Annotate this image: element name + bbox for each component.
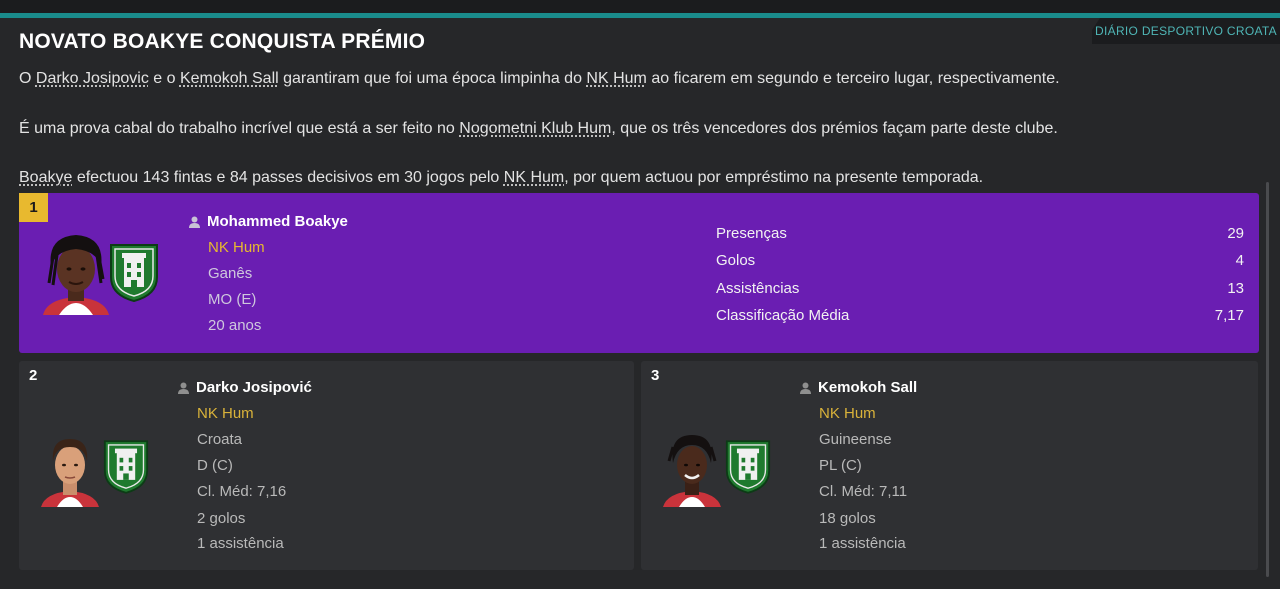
text: garantiram que foi uma época limpinha do xyxy=(278,70,587,87)
player-name-label: Kemokoh Sall xyxy=(818,379,918,396)
club-crest-icon xyxy=(103,440,149,494)
player-nationality: Croata xyxy=(197,431,243,448)
player-goals: 2 golos xyxy=(197,510,246,527)
stat-label: Golos xyxy=(716,252,756,269)
player-age: 20 anos xyxy=(208,317,262,334)
club-link[interactable]: NK Hum xyxy=(586,70,646,87)
stat-label: Presenças xyxy=(716,225,787,242)
top-strip xyxy=(0,0,1280,13)
player-nationality: Guineense xyxy=(819,431,892,448)
text: , por quem actuou por empréstimo na pres… xyxy=(564,169,984,186)
person-icon xyxy=(800,382,811,394)
player-face xyxy=(663,435,721,507)
player-club[interactable]: NK Hum xyxy=(208,239,265,256)
player-name[interactable]: Kemokoh Sall xyxy=(800,379,917,396)
person-icon xyxy=(189,216,200,228)
paragraph-2: É uma prova cabal do trabalho incrível q… xyxy=(19,120,1058,138)
text: e o xyxy=(148,70,180,87)
stat-value: 13 xyxy=(1227,280,1244,297)
source-tag: DIÁRIO DESPORTIVO CROATA xyxy=(1092,18,1280,44)
club-link[interactable]: Nogometni Klub Hum xyxy=(459,120,611,137)
scrollbar[interactable] xyxy=(1266,182,1269,577)
player-assists: 1 assistência xyxy=(197,535,284,552)
text: O xyxy=(19,70,36,87)
text: , que os três vencedores dos prémios faç… xyxy=(611,120,1058,137)
stat-value: 4 xyxy=(1235,252,1244,269)
text: ao ficarem em segundo e terceiro lugar, … xyxy=(646,70,1060,87)
rank-badge: 1 xyxy=(19,193,48,222)
player-rating: Cl. Méd: 7,16 xyxy=(197,483,287,500)
paragraph-3: Boakye efectuou 143 fintas e 84 passes d… xyxy=(19,169,983,187)
player-club[interactable]: NK Hum xyxy=(819,405,876,422)
stat-value: 7,17 xyxy=(1214,307,1244,324)
player-name-label: Mohammed Boakye xyxy=(207,213,348,230)
text: efectuou 143 fintas e 84 passes decisivo… xyxy=(72,169,504,186)
rank-number: 3 xyxy=(651,367,660,384)
player-name[interactable]: Mohammed Boakye xyxy=(189,213,348,230)
player-link[interactable]: Darko Josipovic xyxy=(36,70,149,87)
stat-label: Classificação Média xyxy=(716,307,850,324)
player-position: MO (E) xyxy=(208,291,257,308)
article-title: NOVATO BOAKYE CONQUISTA PRÉMIO xyxy=(19,30,426,53)
paragraph-1: O Darko Josipovic e o Kemokoh Sall garan… xyxy=(19,70,1060,88)
rank-number: 2 xyxy=(29,367,38,384)
club-crest-icon xyxy=(110,244,158,303)
text: É uma prova cabal do trabalho incrível q… xyxy=(19,120,460,137)
winner-card[interactable]: 1 Mohammed Boakye NK Hum Ganês MO (E) 20… xyxy=(19,193,1259,353)
player-club[interactable]: NK Hum xyxy=(197,405,254,422)
player-face xyxy=(43,235,109,315)
stat-value: 29 xyxy=(1227,225,1244,242)
stat-label: Assistências xyxy=(716,280,800,297)
player-link[interactable]: Boakye xyxy=(19,169,72,186)
player-position: PL (C) xyxy=(819,457,862,474)
club-crest-icon xyxy=(725,440,771,494)
player-name-label: Darko Josipović xyxy=(196,379,312,396)
player-rating: Cl. Méd: 7,11 xyxy=(819,483,908,500)
player-face xyxy=(41,439,99,507)
runner-up-card[interactable]: 2 Darko Josipović NK Hum Croata D (C) Cl… xyxy=(19,361,634,570)
player-goals: 18 golos xyxy=(819,510,876,527)
player-assists: 1 assistência xyxy=(819,535,906,552)
person-icon xyxy=(178,382,189,394)
player-nationality: Ganês xyxy=(208,265,253,282)
player-position: D (C) xyxy=(197,457,233,474)
runner-up-card[interactable]: 3 Kemokoh Sall NK Hum Guineense PL (C) C… xyxy=(641,361,1258,570)
club-link[interactable]: NK Hum xyxy=(504,169,564,186)
player-name[interactable]: Darko Josipović xyxy=(178,379,312,396)
player-link[interactable]: Kemokoh Sall xyxy=(180,70,279,87)
